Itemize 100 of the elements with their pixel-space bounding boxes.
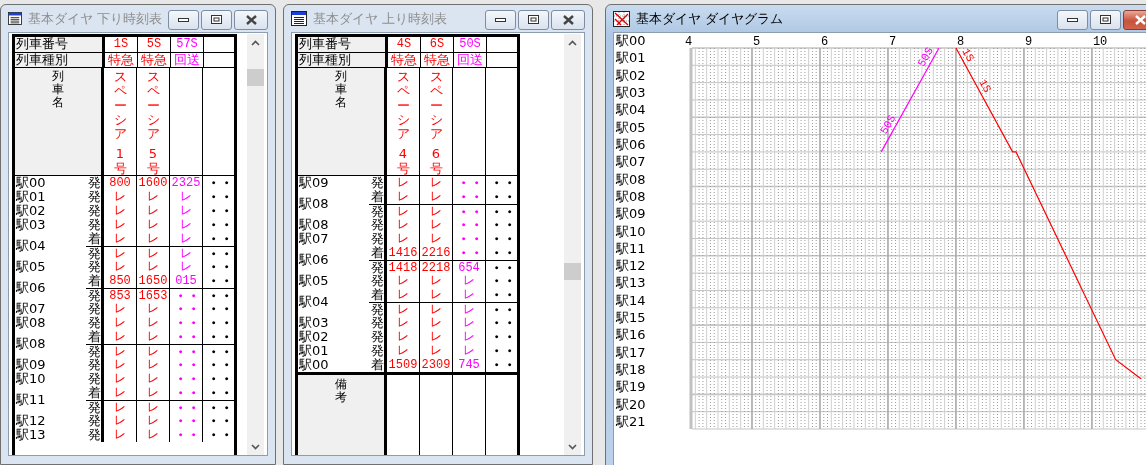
scrollbar-track[interactable]: [247, 34, 264, 455]
time-entry: ・・: [489, 190, 515, 204]
time-entry: ・・: [173, 386, 199, 400]
stop-kind-label: 着: [371, 288, 384, 302]
station-name: 駅08: [298, 218, 330, 232]
time-entry: ・・: [173, 358, 199, 372]
time-entry: ・・: [206, 190, 232, 204]
time-entry: 1600: [138, 176, 168, 190]
time-entry: ・・: [489, 246, 515, 260]
time-entry: レ: [180, 190, 192, 204]
time-entry: ・・: [206, 274, 232, 288]
time-entry: レ: [430, 232, 442, 246]
minimize-icon: [495, 17, 506, 22]
time-entry: 745: [458, 358, 480, 372]
minimize-button[interactable]: [1057, 9, 1088, 30]
window-title: 基本ダイヤ ダイヤグラム: [636, 9, 784, 28]
station-label: 駅08: [616, 171, 646, 187]
time-entry: ・・: [456, 232, 482, 246]
time-entry: レ: [430, 316, 442, 330]
hour-label: 10: [1092, 35, 1108, 49]
stop-kind-label: 発: [371, 260, 384, 275]
time-entry: レ: [397, 204, 409, 219]
train-name-number: 6号: [429, 147, 443, 177]
time-entry: ・・: [456, 204, 482, 219]
time-entry: レ: [114, 386, 126, 400]
minimize-button[interactable]: [168, 9, 199, 30]
close-button[interactable]: [234, 9, 268, 30]
time-entry: 654: [458, 260, 480, 275]
train-number: 4S: [396, 38, 412, 51]
station-name: 駅06: [15, 281, 47, 295]
time-entry: レ: [114, 204, 126, 218]
station-name: 駅06: [298, 253, 330, 267]
time-entry: 1418: [388, 260, 418, 275]
scrollbar-thumb[interactable]: [564, 263, 581, 280]
maximize-button[interactable]: [1090, 9, 1121, 30]
stop-kind-label: 着: [88, 386, 101, 400]
time-entry: ・・: [489, 358, 515, 372]
stop-kind-label: 発: [88, 302, 101, 316]
time-entry: 2325: [171, 176, 201, 190]
time-entry: レ: [430, 218, 442, 232]
station-label: 駅12: [616, 258, 646, 274]
stop-kind-label: 発: [88, 246, 101, 261]
time-entry: レ: [397, 288, 409, 302]
time-entry: レ: [463, 330, 475, 344]
time-entry: レ: [397, 218, 409, 232]
time-entry: レ: [430, 344, 442, 358]
time-entry: レ: [430, 274, 442, 288]
time-entry: レ: [147, 218, 159, 232]
time-entry: レ: [463, 344, 475, 358]
time-entry: ・・: [206, 302, 232, 316]
time-entry: ・・: [206, 344, 232, 359]
time-entry: 1416: [388, 246, 418, 260]
stop-kind-label: 発: [88, 204, 101, 218]
station-label: 駅17: [616, 344, 646, 360]
row-header-label: 列車番号: [298, 37, 388, 53]
remarks-label: 備考: [335, 378, 347, 407]
scrollbar-thumb[interactable]: [247, 69, 264, 86]
train-type: 特急: [391, 53, 417, 67]
time-entry: ・・: [173, 400, 199, 415]
time-entry: レ: [114, 232, 126, 246]
time-entry: レ: [147, 372, 159, 386]
time-entry: ・・: [206, 246, 232, 261]
station-label: 駅16: [616, 327, 646, 343]
time-entry: レ: [114, 190, 126, 204]
station-name: 駅11: [15, 393, 47, 407]
time-entry: ・・: [206, 428, 232, 442]
close-button[interactable]: [551, 9, 585, 30]
station-name: 駅03: [15, 218, 47, 232]
time-entry: レ: [147, 386, 159, 400]
station-name: 駅09: [298, 176, 330, 190]
train-name: スペーシア: [146, 70, 160, 142]
time-entry: ・・: [206, 288, 232, 303]
time-entry: レ: [463, 302, 475, 317]
train-number: 5S: [146, 38, 162, 51]
scrollbar-track[interactable]: [564, 34, 581, 455]
time-entry: ・・: [456, 190, 482, 204]
station-name: 駅12: [15, 414, 47, 428]
station-name: 駅08: [15, 337, 47, 351]
station-name: 駅04: [298, 295, 330, 309]
stop-kind-label: 発: [371, 330, 384, 344]
maximize-button[interactable]: [518, 9, 549, 30]
time-entry: レ: [114, 316, 126, 330]
minimize-button[interactable]: [485, 9, 516, 30]
time-entry: 853: [109, 288, 131, 303]
maximize-button[interactable]: [201, 9, 232, 30]
close-button[interactable]: [1123, 9, 1146, 30]
stop-kind-label: 発: [371, 232, 384, 246]
time-entry: ・・: [489, 176, 515, 190]
time-entry: ・・: [173, 302, 199, 316]
station-name: 駅05: [298, 274, 330, 288]
time-entry: ・・: [489, 232, 515, 246]
time-entry: レ: [147, 204, 159, 218]
station-label: 駅20: [616, 396, 646, 412]
station-name: 駅00: [298, 358, 330, 372]
time-entry: レ: [114, 246, 126, 261]
train-type: 特急: [424, 53, 450, 67]
time-entry: 1650: [138, 274, 168, 288]
time-entry: ・・: [173, 428, 199, 442]
stop-kind-label: 着: [88, 274, 101, 288]
station-name: 駅04: [15, 239, 47, 253]
